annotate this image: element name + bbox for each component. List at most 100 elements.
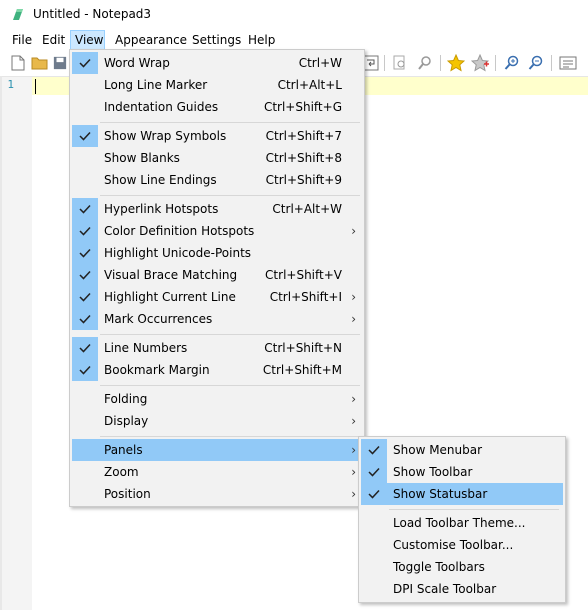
menu-line-numbers[interactable]: Line Numbers Ctrl+Shift+N [72,337,362,359]
checkmark-icon [72,359,98,381]
submenu-arrow-icon: › [351,290,356,304]
menu-color-definition-hotspots[interactable]: Color Definition Hotspots › [72,220,362,242]
title-bar[interactable]: Untitled - Notepad3 [0,0,588,30]
menu-item-label: Load Toolbar Theme... [393,516,526,530]
menu-settings[interactable]: Settings [188,30,245,50]
menu-item-shortcut: Ctrl+Alt+W [272,202,342,216]
menu-show-statusbar[interactable]: Show Statusbar [361,483,563,505]
menu-mark-occurrences[interactable]: Mark Occurrences › [72,308,362,330]
checkmark-icon [72,125,98,147]
menu-item-label: Mark Occurrences [104,312,213,326]
menu-item-label: DPI Scale Toolbar [393,582,497,596]
view-menu: Word Wrap Ctrl+W Long Line Marker Ctrl+A… [69,49,365,507]
text-caret [35,79,36,94]
menu-item-label: Position [104,487,151,501]
new-file-icon[interactable] [9,54,27,72]
find-icon[interactable] [391,54,409,72]
menu-show-wrap-symbols[interactable]: Show Wrap Symbols Ctrl+Shift+7 [72,125,362,147]
notepad3-app-icon [11,8,25,22]
menu-item-label: Show Statusbar [393,487,488,501]
zoom-in-icon[interactable] [503,54,521,72]
menu-item-label: Show Menubar [393,443,483,457]
menu-item-shortcut: Ctrl+Shift+V [265,268,342,282]
checkmark-icon [72,264,98,286]
menu-appearance[interactable]: Appearance [111,30,191,50]
menu-show-blanks[interactable]: Show Blanks Ctrl+Shift+8 [72,147,362,169]
menu-item-label: Highlight Current Line [104,290,236,304]
menu-item-label: Panels [104,443,143,457]
menu-separator [100,436,360,437]
menu-item-label: Hyperlink Hotspots [104,202,219,216]
menu-item-label: Toggle Toolbars [393,560,485,574]
menu-visual-brace-matching[interactable]: Visual Brace Matching Ctrl+Shift+V [72,264,362,286]
menu-item-shortcut: Ctrl+Shift+M [262,363,342,377]
menu-hyperlink-hotspots[interactable]: Hyperlink Hotspots Ctrl+Alt+W [72,198,362,220]
menu-dpi-scale-toolbar[interactable]: DPI Scale Toolbar [361,578,563,600]
menu-view[interactable]: View [70,30,105,50]
menu-show-toolbar[interactable]: Show Toolbar [361,461,563,483]
menu-item-label: Zoom [104,465,139,479]
menu-word-wrap[interactable]: Word Wrap Ctrl+W [72,52,362,74]
submenu-arrow-icon: › [351,443,356,457]
menu-separator [100,195,360,196]
checkmark-icon [361,461,387,483]
line-number-margin[interactable]: 1 [0,77,32,610]
menu-item-label: Bookmark Margin [104,363,210,377]
menu-item-label: Customise Toolbar... [393,538,514,552]
favorites-star-icon[interactable] [447,54,465,72]
open-folder-icon[interactable] [31,54,49,72]
menu-separator [100,334,360,335]
submenu-arrow-icon: › [351,224,356,238]
menu-item-shortcut: Ctrl+Shift+8 [265,151,342,165]
toolbar-separator [440,55,441,71]
menu-file[interactable]: File [8,30,36,50]
menu-zoom[interactable]: Zoom › [72,461,362,483]
menu-item-label: Long Line Marker [104,78,208,92]
zoom-out-icon[interactable] [527,54,545,72]
menu-toggle-toolbars[interactable]: Toggle Toolbars [361,556,563,578]
menu-show-menubar[interactable]: Show Menubar [361,439,563,461]
menu-show-line-endings[interactable]: Show Line Endings Ctrl+Shift+9 [72,169,362,191]
menu-bookmark-margin[interactable]: Bookmark Margin Ctrl+Shift+M [72,359,362,381]
menu-position[interactable]: Position › [72,483,362,505]
menu-highlight-current-line[interactable]: Highlight Current Line Ctrl+Shift+I › [72,286,362,308]
menu-item-label: Visual Brace Matching [104,268,238,282]
panels-submenu: Show Menubar Show Toolbar Show Statusbar… [358,436,566,603]
menu-folding[interactable]: Folding › [72,388,362,410]
menu-item-label: Line Numbers [104,341,188,355]
menu-load-toolbar-theme[interactable]: Load Toolbar Theme... [361,512,563,534]
checkmark-icon [72,220,98,242]
menu-help[interactable]: Help [244,30,279,50]
checkmark-icon [72,242,98,264]
menu-item-label: Show Blanks [104,151,180,165]
menu-item-label: Color Definition Hotspots [104,224,255,238]
menu-customise-toolbar[interactable]: Customise Toolbar... [361,534,563,556]
checkmark-icon [72,198,98,220]
menu-item-label: Show Line Endings [104,173,217,187]
checkmark-icon [72,52,98,74]
menu-display[interactable]: Display › [72,410,362,432]
menu-item-shortcut: Ctrl+Shift+N [264,341,342,355]
menu-edit[interactable]: Edit [38,30,69,50]
checkmark-icon [361,439,387,461]
replace-icon[interactable] [416,54,434,72]
save-icon[interactable] [53,54,67,72]
checkmark-icon [72,337,98,359]
menu-panels[interactable]: Panels › [72,439,362,461]
window-title: Untitled - Notepad3 [33,7,152,21]
submenu-arrow-icon: › [351,312,356,326]
checkmark-icon [72,308,98,330]
menu-item-shortcut: Ctrl+W [298,56,342,70]
toolbar-separator [495,55,496,71]
menu-long-line-marker[interactable]: Long Line Marker Ctrl+Alt+L [72,74,362,96]
menu-item-shortcut: Ctrl+Shift+G [263,100,342,114]
settings-panel-icon[interactable] [559,54,577,72]
menu-item-label: Show Wrap Symbols [104,129,227,143]
menu-highlight-unicode-points[interactable]: Highlight Unicode-Points [72,242,362,264]
menu-item-shortcut: Ctrl+Shift+I [269,290,342,304]
menu-bar: File Edit View Appearance Settings Help [0,30,588,50]
submenu-arrow-icon: › [351,392,356,406]
menu-indentation-guides[interactable]: Indentation Guides Ctrl+Shift+G [72,96,362,118]
toolbar-separator [551,55,552,71]
add-favorite-icon[interactable] [471,54,489,72]
